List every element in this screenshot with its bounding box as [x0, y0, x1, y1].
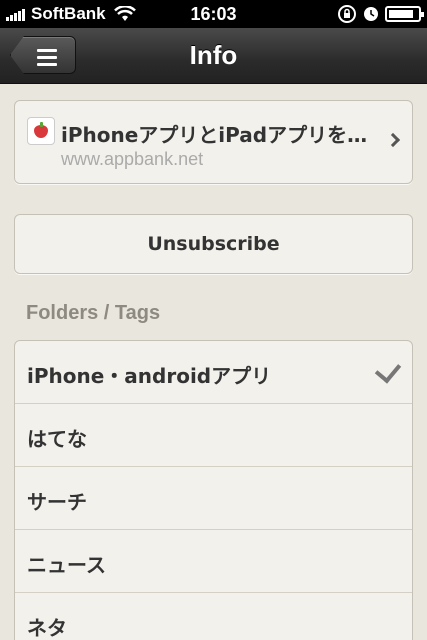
- tag-row-search[interactable]: サーチ: [15, 467, 412, 530]
- unsubscribe-label: Unsubscribe: [147, 233, 280, 255]
- tag-row-neta[interactable]: ネタ: [15, 593, 412, 640]
- battery-icon: [385, 6, 424, 22]
- tag-label: iPhone・androidアプリ: [27, 364, 272, 388]
- folders-tags-list: iPhone・androidアプリ はてな サーチ ニュース ネタ: [14, 340, 413, 640]
- feed-url: www.appbank.net: [61, 149, 204, 169]
- tag-label: ニュース: [27, 553, 106, 577]
- unsubscribe-button[interactable]: Unsubscribe: [14, 214, 413, 274]
- status-right: [337, 5, 424, 23]
- tag-row-news[interactable]: ニュース: [15, 530, 412, 593]
- feed-info-row[interactable]: iPhoneアプリとiPadアプリを… www.appbank.net: [14, 100, 413, 184]
- chevron-right-icon: [385, 132, 401, 148]
- checkmark-icon: [374, 356, 402, 384]
- page-title: Info: [189, 40, 238, 70]
- folders-tags-header: Folders / Tags: [26, 302, 161, 324]
- feed-title: iPhoneアプリとiPadアプリを…: [61, 123, 368, 147]
- tag-row-iphone-android[interactable]: iPhone・androidアプリ: [15, 341, 412, 404]
- alarm-icon: [364, 7, 378, 21]
- tag-row-hatena[interactable]: はてな: [15, 404, 412, 467]
- status-bar: SoftBank 16:03: [0, 0, 427, 28]
- tag-label: ネタ: [27, 616, 67, 640]
- feed-favicon-icon: [27, 117, 55, 145]
- tag-label: サーチ: [27, 490, 87, 514]
- navigation-bar: Info: [0, 28, 427, 84]
- rotation-lock-icon: [338, 5, 356, 23]
- tag-label: はてな: [27, 427, 87, 451]
